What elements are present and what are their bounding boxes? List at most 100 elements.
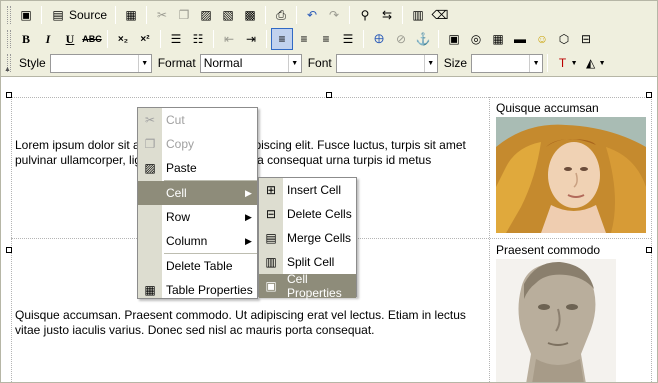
replace-button[interactable]: ⇆ [376, 4, 398, 26]
collapse-toolbar-icon[interactable]: ▲ [4, 66, 11, 73]
paste-text-button[interactable]: ▧ [217, 4, 239, 26]
justify-icon: ☰ [342, 32, 354, 46]
resize-handle[interactable] [646, 247, 652, 253]
venus-painting-image[interactable] [496, 117, 646, 233]
italic-button[interactable]: I [37, 28, 59, 50]
unlink-button[interactable]: ⊘ [390, 28, 412, 50]
style-label: Style [19, 56, 46, 70]
cut-button[interactable]: ✂ [151, 4, 173, 26]
submenu-merge-cells[interactable]: ▤ Merge Cells [259, 226, 356, 250]
paste-icon: ▨ [200, 8, 212, 22]
subscript-icon: ×₂ [117, 33, 129, 45]
submenu-split-cell[interactable]: ▥ Split Cell [259, 250, 356, 274]
align-left-button[interactable]: ≡ [271, 28, 293, 50]
select-all-button[interactable]: ▥ [407, 4, 429, 26]
source-label: Source [69, 8, 108, 22]
table-icon: ▦ [492, 32, 504, 46]
background-color-button[interactable]: ◭ ▼ [580, 52, 608, 74]
paste-button[interactable]: ▨ [195, 4, 217, 26]
image-caption: Praesent commodo [496, 243, 601, 257]
david-statue-image[interactable] [496, 259, 616, 382]
find-button[interactable]: ⚲ [354, 4, 376, 26]
venus-painting-illustration [496, 117, 646, 233]
size-label: Size [443, 56, 468, 70]
superscript-button[interactable]: ×² [134, 28, 156, 50]
bulleted-list-icon: ☷ [192, 32, 204, 46]
template-button[interactable]: ▦ [120, 4, 142, 26]
horizontal-rule-icon: ▬ [514, 32, 526, 46]
submenu-insert-cell[interactable]: ⊞ Insert Cell [259, 178, 356, 202]
context-menu-row[interactable]: Row ▶ [138, 205, 257, 229]
menu-item-label: Column [166, 234, 208, 248]
paste-word-button[interactable]: ▩ [239, 4, 261, 26]
menu-item-label: Row [166, 210, 191, 224]
superscript-icon: ×² [140, 33, 150, 45]
resize-handle[interactable] [6, 247, 12, 253]
text-color-button[interactable]: T ▼ [552, 52, 580, 74]
size-combo[interactable]: ▼ [471, 53, 544, 73]
chevron-down-icon[interactable]: ▼ [423, 54, 437, 72]
chevron-down-icon[interactable]: ▼ [137, 54, 151, 72]
indent-button[interactable]: ⇥ [240, 28, 262, 50]
numbered-list-button[interactable]: ☰ [165, 28, 187, 50]
special-char-button[interactable]: ⬡ [553, 28, 575, 50]
style-combo[interactable]: ▼ [49, 53, 152, 73]
submenu-delete-cells[interactable]: ⊟ Delete Cells [259, 202, 356, 226]
bulleted-list-button[interactable]: ☷ [187, 28, 209, 50]
strikethrough-button[interactable]: ABC [81, 28, 103, 50]
anchor-button[interactable]: ⚓ [412, 28, 434, 50]
resize-handle[interactable] [326, 92, 332, 98]
editor-toolbar: ▣ ▤ Source ▦ ✂ ❐ ▨ ▧ ▩ ⎙ ↶ ↷ ⚲ ⇆ ▥ ⌫ B I … [0, 0, 658, 76]
bold-button[interactable]: B [15, 28, 37, 50]
redo-button[interactable]: ↷ [323, 4, 345, 26]
source-icon: ▤ [52, 8, 64, 22]
maximize-button[interactable]: ▣ [15, 4, 37, 26]
print-button[interactable]: ⎙ [270, 4, 292, 26]
context-menu-column[interactable]: Column ▶ [138, 229, 257, 253]
font-combo[interactable]: ▼ [335, 53, 438, 73]
copy-button[interactable]: ❐ [173, 4, 195, 26]
resize-handle[interactable] [646, 92, 652, 98]
context-menu-paste[interactable]: ▨ Paste [138, 156, 257, 180]
chevron-down-icon[interactable]: ▼ [287, 54, 301, 72]
table-border-right [651, 97, 652, 382]
menu-item-label: Cell [166, 186, 187, 200]
indent-icon: ⇥ [245, 32, 257, 46]
menu-item-label: Split Cell [287, 255, 335, 269]
horizontal-rule-button[interactable]: ▬ [509, 28, 531, 50]
align-right-button[interactable]: ≡ [315, 28, 337, 50]
menu-item-label: Table Properties [166, 283, 253, 297]
context-menu-delete-table[interactable]: Delete Table [138, 254, 257, 278]
flash-button[interactable]: ◎ [465, 28, 487, 50]
context-menu-cell[interactable]: Cell ▶ [138, 181, 257, 205]
context-menu-cut[interactable]: ✂ Cut [138, 108, 257, 132]
image-button[interactable]: ▣ [443, 28, 465, 50]
david-statue-illustration [496, 259, 616, 382]
undo-button[interactable]: ↶ [301, 4, 323, 26]
submenu-cell-properties[interactable]: ▣ Cell Properties [259, 272, 356, 300]
source-button[interactable]: ▤ Source [46, 4, 111, 26]
smiley-button[interactable]: ☺ [531, 28, 553, 50]
page-break-button[interactable]: ⊟ [575, 28, 597, 50]
table-button[interactable]: ▦ [487, 28, 509, 50]
scissors-icon: ✂ [157, 8, 168, 22]
format-combo[interactable]: Normal ▼ [199, 53, 302, 73]
outdent-button[interactable]: ⇤ [218, 28, 240, 50]
menu-item-label: Copy [166, 137, 195, 151]
align-left-icon: ≡ [278, 32, 286, 46]
toolbar-grip[interactable] [7, 6, 11, 24]
toolbar-grip[interactable] [7, 30, 11, 48]
context-menu-copy[interactable]: ❐ Copy [138, 132, 257, 156]
subscript-button[interactable]: ×₂ [112, 28, 134, 50]
chevron-right-icon: ▶ [245, 211, 252, 222]
chevron-down-icon[interactable]: ▼ [529, 54, 543, 72]
underline-button[interactable]: U [59, 28, 81, 50]
resize-handle[interactable] [6, 92, 12, 98]
context-menu-table-properties[interactable]: ▦ Table Properties [138, 278, 257, 302]
justify-button[interactable]: ☰ [337, 28, 359, 50]
align-center-button[interactable]: ≡ [293, 28, 315, 50]
menu-item-label: Merge Cells [287, 231, 352, 245]
menu-item-label: Cell Properties [287, 272, 342, 300]
link-button[interactable]: 🜨 [368, 28, 390, 50]
remove-format-button[interactable]: ⌫ [429, 4, 451, 26]
